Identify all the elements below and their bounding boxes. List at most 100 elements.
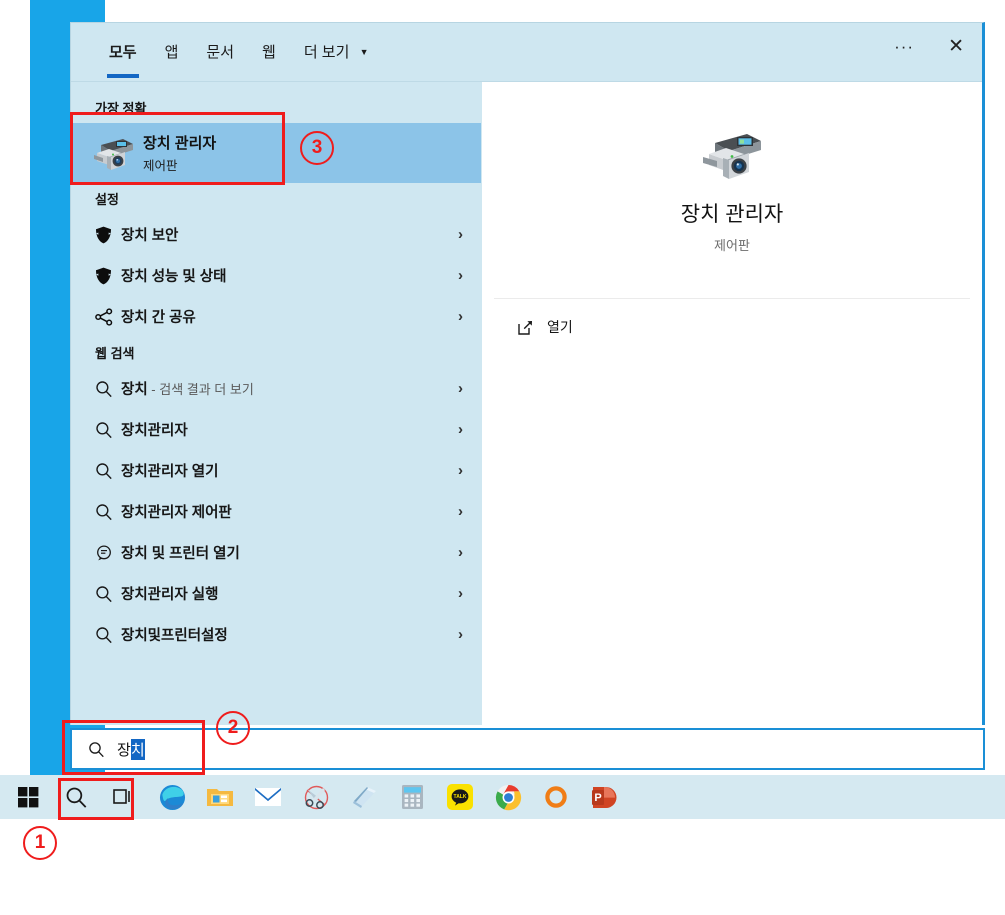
- chat-bubble-icon: [95, 544, 121, 562]
- result-label: 장치및프린터설정: [121, 628, 228, 644]
- best-match-subtitle: 제어판: [143, 159, 178, 173]
- chevron-right-icon[interactable]: ›: [458, 585, 463, 602]
- web-result-item-1[interactable]: 장치관리자 ›: [71, 409, 481, 450]
- annotation-circle-2: 2: [216, 711, 250, 745]
- annotation-number: 2: [227, 717, 239, 738]
- window-controls: ··· ✕: [894, 37, 964, 56]
- powerpoint-button[interactable]: P: [580, 775, 628, 819]
- calculator-button[interactable]: [388, 775, 436, 819]
- edge-button[interactable]: [148, 775, 196, 819]
- tab-all-label: 모두: [109, 44, 137, 61]
- web-result-item-4[interactable]: 장치 및 프린터 열기 ›: [71, 532, 481, 573]
- chevron-right-icon[interactable]: ›: [458, 544, 463, 561]
- chevron-right-icon[interactable]: ›: [458, 421, 463, 438]
- result-label-main: 장치: [121, 382, 148, 398]
- results-list: 가장 정확 장치 관리자 제어판 설정 장치 보안 › 장치 성능 및 상태 ›…: [71, 82, 481, 725]
- chevron-down-icon: ▼: [359, 47, 369, 57]
- group-header-best-match: 가장 정확: [95, 101, 147, 116]
- search-text-selected: 치: [130, 738, 145, 760]
- svg-text:TALK: TALK: [454, 794, 467, 800]
- preview-title: 장치 관리자: [680, 203, 784, 226]
- chevron-right-icon[interactable]: ›: [458, 308, 463, 325]
- result-label: 장치 및 프린터 열기: [121, 546, 240, 562]
- preview-action-label: 열기: [547, 319, 573, 335]
- search-icon: [95, 462, 121, 480]
- preview-action-open[interactable]: 열기: [482, 299, 982, 337]
- close-icon[interactable]: ✕: [948, 37, 964, 56]
- tab-documents-label: 문서: [206, 44, 235, 61]
- shield-icon: [95, 226, 121, 244]
- svg-text:P: P: [594, 792, 601, 804]
- mail-button[interactable]: [244, 775, 292, 819]
- kakaotalk-button[interactable]: TALK: [436, 775, 484, 819]
- share-icon: [95, 307, 121, 326]
- taskbar: TALK P: [0, 775, 1005, 819]
- search-icon: [95, 585, 121, 603]
- annotation-number: 3: [311, 137, 323, 158]
- device-manager-icon: [700, 126, 764, 182]
- preview-hero: 장치 관리자 제어판: [482, 82, 982, 298]
- open-external-icon: [518, 320, 533, 335]
- tab-more-label: 더 보기: [303, 44, 350, 61]
- result-label: 장치관리자 실행: [121, 587, 219, 603]
- search-icon: [95, 503, 121, 521]
- search-filter-tabs: 모두 앱 문서 웹 더 보기 ▼: [71, 23, 982, 81]
- web-result-item-3[interactable]: 장치관리자 제어판 ›: [71, 491, 481, 532]
- result-label: 장치관리자: [121, 423, 188, 439]
- taskbar-search-button[interactable]: [52, 775, 100, 819]
- annotation-number: 1: [34, 832, 46, 853]
- tab-more[interactable]: 더 보기 ▼: [290, 23, 383, 78]
- shield-icon: [95, 267, 121, 285]
- file-explorer-button[interactable]: [196, 775, 244, 819]
- search-flyout-panel: 모두 앱 문서 웹 더 보기 ▼ ··· ✕ 가장 정확 장치 관리자 제어판 …: [70, 22, 985, 725]
- task-view-button[interactable]: [100, 775, 148, 819]
- web-result-item-6[interactable]: 장치및프린터설정 ›: [71, 614, 481, 655]
- more-options-icon[interactable]: ···: [894, 38, 914, 55]
- result-label: 장치 - 검색 결과 더 보기: [121, 378, 458, 399]
- notepad-button[interactable]: [340, 775, 388, 819]
- result-item-cross-device-share[interactable]: 장치 간 공유 ›: [71, 296, 481, 337]
- web-result-item-0[interactable]: 장치 - 검색 결과 더 보기 ›: [71, 368, 481, 409]
- snipping-tool-button[interactable]: [292, 775, 340, 819]
- chevron-right-icon[interactable]: ›: [458, 503, 463, 520]
- search-icon: [95, 421, 121, 439]
- result-label: 장치관리자 제어판: [121, 505, 232, 521]
- chevron-right-icon[interactable]: ›: [458, 380, 463, 397]
- chevron-right-icon[interactable]: ›: [458, 626, 463, 643]
- preview-pane: 장치 관리자 제어판 열기: [482, 82, 982, 725]
- tab-web-label: 웹: [262, 44, 276, 61]
- web-result-item-5[interactable]: 장치관리자 실행 ›: [71, 573, 481, 614]
- search-icon: [95, 626, 121, 644]
- result-item-device-performance[interactable]: 장치 성능 및 상태 ›: [71, 255, 481, 296]
- result-label: 장치관리자 열기: [121, 464, 219, 480]
- group-header-web-search: 웹 검색: [95, 346, 135, 361]
- screenshot-root: 모두 앱 문서 웹 더 보기 ▼ ··· ✕ 가장 정확 장치 관리자 제어판 …: [0, 0, 1005, 915]
- chevron-right-icon[interactable]: ›: [458, 462, 463, 479]
- result-label: 장치 보안: [121, 228, 179, 244]
- result-label: 장치 간 공유: [121, 310, 196, 326]
- search-icon: [95, 380, 121, 398]
- group-header-settings: 설정: [95, 192, 119, 207]
- result-label-suffix: - 검색 결과 더 보기: [147, 382, 254, 397]
- result-label: 장치 성능 및 상태: [121, 269, 227, 285]
- tab-apps-label: 앱: [164, 44, 179, 61]
- annotation-circle-1: 1: [23, 826, 57, 860]
- everything-button[interactable]: [532, 775, 580, 819]
- result-item-device-security[interactable]: 장치 보안 ›: [71, 214, 481, 255]
- best-match-result[interactable]: 장치 관리자 제어판: [71, 123, 481, 183]
- chevron-right-icon[interactable]: ›: [458, 226, 463, 243]
- chrome-button[interactable]: [484, 775, 532, 819]
- web-result-item-2[interactable]: 장치관리자 열기 ›: [71, 450, 481, 491]
- best-match-title: 장치 관리자: [143, 135, 217, 152]
- search-input-value: 장치: [117, 738, 145, 760]
- tab-web[interactable]: 웹: [248, 23, 290, 78]
- search-input[interactable]: 장치: [70, 728, 985, 770]
- tab-documents[interactable]: 문서: [192, 23, 248, 78]
- tab-all[interactable]: 모두: [95, 23, 151, 78]
- chevron-right-icon[interactable]: ›: [458, 267, 463, 284]
- search-icon: [88, 741, 105, 758]
- tab-apps[interactable]: 앱: [151, 23, 193, 78]
- preview-subtitle: 제어판: [714, 238, 750, 253]
- device-manager-icon: [91, 133, 135, 173]
- start-button[interactable]: [4, 775, 52, 819]
